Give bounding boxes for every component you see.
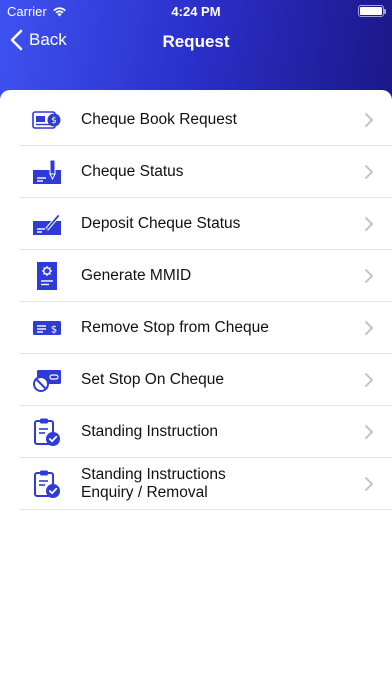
mmid-document-icon bbox=[31, 260, 63, 292]
menu-item-set-stop-on-cheque[interactable]: Set Stop On Cheque bbox=[0, 354, 392, 406]
battery-icon bbox=[358, 5, 386, 17]
menu-item-cheque-book-request[interactable]: $ Cheque Book Request bbox=[0, 94, 392, 146]
menu-item-remove-stop-from-cheque[interactable]: $ Remove Stop from Cheque bbox=[0, 302, 392, 354]
deposit-cheque-icon bbox=[31, 208, 63, 240]
page-title: Request bbox=[162, 32, 230, 51]
menu-item-label: Standing Instruction bbox=[81, 423, 219, 440]
chevron-right-icon bbox=[365, 373, 373, 387]
menu-item-label: Remove Stop from Cheque bbox=[81, 319, 269, 336]
cheque-status-icon bbox=[31, 156, 63, 188]
status-bar: Carrier 4:24 PM bbox=[0, 0, 392, 22]
chevron-right-icon bbox=[365, 477, 373, 491]
menu-item-label: Deposit Cheque Status bbox=[81, 215, 241, 232]
menu-item-label: Standing Instructions Enquiry / Removal bbox=[81, 466, 226, 501]
menu-item-label: Cheque Book Request bbox=[81, 111, 237, 128]
clipboard-check-icon bbox=[31, 468, 63, 500]
chevron-right-icon bbox=[365, 321, 373, 335]
menu-item-label: Set Stop On Cheque bbox=[81, 371, 225, 388]
svg-text:$: $ bbox=[51, 116, 57, 126]
chevron-right-icon bbox=[365, 269, 373, 283]
chevron-right-icon bbox=[365, 165, 373, 179]
chevron-right-icon bbox=[365, 217, 373, 231]
navigation-bar: Back Request bbox=[0, 22, 392, 66]
stop-cheque-icon bbox=[31, 364, 63, 396]
menu-item-deposit-cheque-status[interactable]: Deposit Cheque Status bbox=[0, 198, 392, 250]
menu-item-cheque-status[interactable]: Cheque Status bbox=[0, 146, 392, 198]
chevron-right-icon bbox=[365, 425, 373, 439]
status-time: 4:24 PM bbox=[171, 4, 221, 19]
svg-text:$: $ bbox=[51, 325, 57, 336]
menu-item-standing-instructions-enquiry-removal[interactable]: Standing Instructions Enquiry / Removal bbox=[0, 458, 392, 510]
menu-item-generate-mmid[interactable]: Generate MMID bbox=[0, 250, 392, 302]
menu-item-label: Cheque Status bbox=[81, 163, 184, 180]
cheque-book-icon: $ bbox=[31, 104, 63, 136]
request-menu-sheet: $ Cheque Book Request Cheque Status Depo… bbox=[0, 90, 392, 696]
menu-item-label: Generate MMID bbox=[81, 267, 192, 284]
remove-stop-cheque-icon: $ bbox=[31, 312, 63, 344]
menu-item-standing-instruction[interactable]: Standing Instruction bbox=[0, 406, 392, 458]
chevron-right-icon bbox=[365, 113, 373, 127]
request-menu-list: $ Cheque Book Request Cheque Status Depo… bbox=[0, 90, 392, 510]
clipboard-check-icon bbox=[31, 416, 63, 448]
